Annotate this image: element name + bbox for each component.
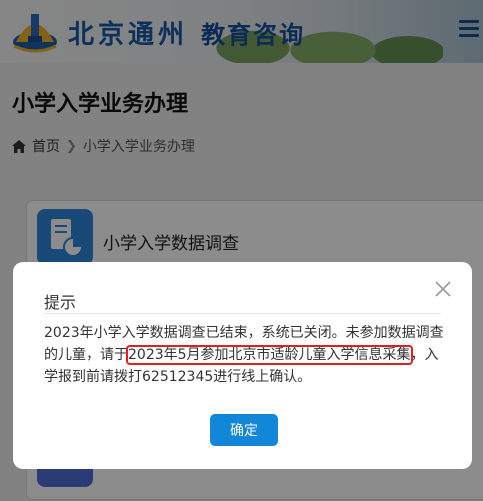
dialog-message-highlight: 2023年5月参加北京市适龄儿童入学信息采集: [126, 345, 413, 365]
dialog-title: 提示: [44, 293, 77, 312]
notice-dialog: 提示 2023年小学入学数据调查已结束，系统已关闭。未参加数据调查的儿童，请于2…: [13, 262, 472, 469]
dialog-message: 2023年小学入学数据调查已结束，系统已关闭。未参加数据调查的儿童，请于2023…: [44, 322, 447, 388]
confirm-button[interactable]: 确定: [210, 414, 278, 446]
dialog-divider: [44, 313, 441, 314]
close-icon[interactable]: [434, 280, 452, 298]
modal-overlay-top[interactable]: [0, 0, 483, 63]
